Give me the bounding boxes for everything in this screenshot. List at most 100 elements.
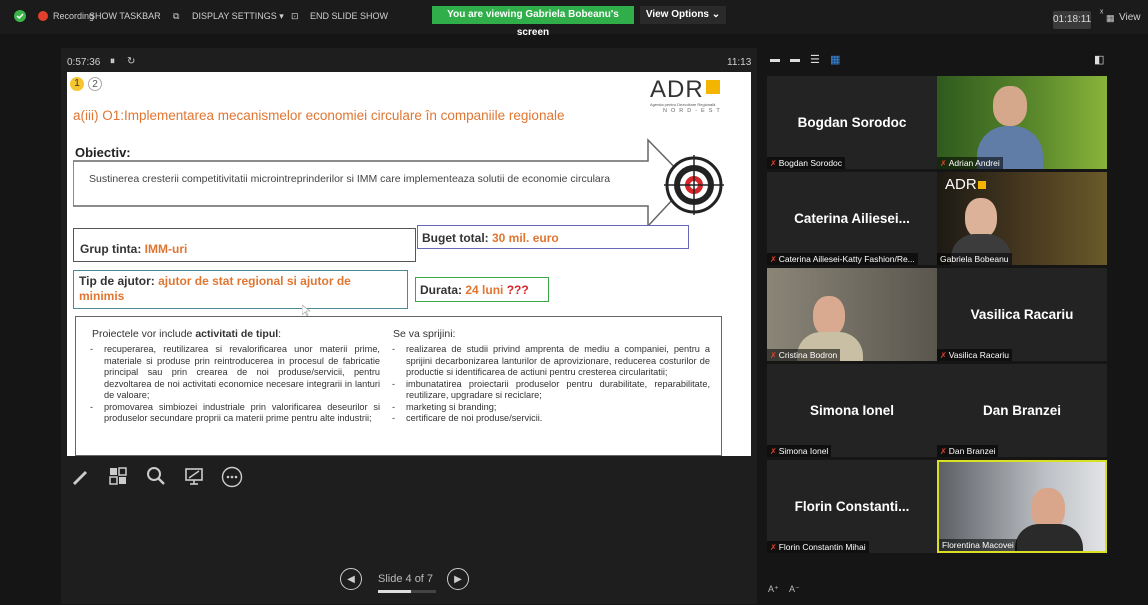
minimize-icon[interactable]: ˣ	[1100, 8, 1103, 19]
participant-label: ✗ Simona Ionel	[767, 445, 832, 457]
recording-status: Recording	[53, 11, 95, 21]
participant-label: ✗ Caterina Ailiesei-Katty Fashion/Re...	[767, 253, 918, 265]
pen-icon[interactable]	[69, 466, 91, 488]
participant-tile[interactable]: Dan Branzei ✗ Dan Branzei	[937, 364, 1107, 457]
muted-mic-icon: ✗	[770, 543, 777, 552]
participant-tile-active[interactable]: Florentina Macovei	[937, 460, 1107, 553]
participant-label: ✗ Florin Constantin Mihai	[767, 541, 869, 553]
support-intro: Se va sprijini:	[393, 328, 456, 340]
zoom-icon[interactable]	[145, 466, 167, 488]
person-face	[993, 86, 1027, 126]
participant-label: ✗ Bogdan Sorodoc	[767, 157, 846, 169]
increase-font-icon[interactable]: A⁺	[768, 584, 779, 595]
slide-progress-fill	[378, 590, 412, 593]
presenter-clock: 11:13	[727, 57, 752, 68]
list-item: - realizarea de studii privind amprenta d…	[392, 344, 710, 377]
participant-name: Caterina Ailiesei...	[794, 211, 910, 226]
single-view-icon[interactable]: ▬	[790, 54, 800, 65]
participant-tile[interactable]: Simona Ionel ✗ Simona Ionel	[767, 364, 937, 457]
gallery-view-icon[interactable]: ▦	[830, 53, 840, 66]
strip-view-icon[interactable]: ☰	[810, 53, 820, 66]
recording-icon	[37, 10, 49, 24]
support-list: - realizarea de studii privind amprenta d…	[392, 344, 710, 425]
list-item: - imbunatatirea proiectarii produselor pe…	[392, 378, 710, 401]
previous-slide-button[interactable]: ◀	[340, 568, 362, 590]
participant-name: Vasilica Racariu	[970, 307, 1074, 322]
screen-share-banner: You are viewing Gabriela Bobeanu's scree…	[432, 6, 634, 38]
list-item: - recuperarea, reutilizarea si revalorifi…	[90, 344, 380, 400]
participant-label: Gabriela Bobeanu	[937, 253, 1012, 265]
budget-label: Buget total:	[422, 231, 492, 245]
duration-box: Durata: 24 luni ???	[415, 277, 549, 302]
next-slide-button[interactable]: ▶	[447, 568, 469, 590]
activities-box: Proiectele vor include activitati de tip…	[75, 316, 722, 456]
participant-tile[interactable]: ADR Gabriela Bobeanu	[937, 172, 1107, 265]
objective-text: Sustinerea cresterii competitivitatii mi…	[89, 173, 611, 185]
shield-icon	[14, 10, 26, 24]
activities-list: - recuperarea, reutilizarea si revalorifi…	[90, 344, 380, 425]
view-options-button[interactable]: View Options ⌄	[640, 6, 726, 24]
monitor-icon: ⧉	[173, 11, 180, 21]
adr-logo-text: ADR	[650, 76, 704, 103]
muted-mic-icon: ✗	[770, 351, 777, 360]
participant-name: Simona Ionel	[809, 403, 894, 418]
participant-tile[interactable]: ✗ Adrian Andrei	[937, 76, 1107, 169]
grid-view-icon: ▦	[1106, 13, 1115, 23]
adr-logo: ADR	[650, 76, 720, 104]
list-item: - promovarea simbiozei industriale prin v…	[90, 401, 380, 424]
participant-tile[interactable]: Florin Constanti... ✗ Florin Constantin M…	[767, 460, 937, 553]
target-icon	[664, 155, 724, 215]
activities-bold: activitati de tipul	[195, 328, 279, 340]
exit-panel-icon[interactable]: ◧	[1094, 53, 1104, 66]
person-shirt	[1015, 524, 1083, 551]
duration-value: 24 luni	[465, 283, 504, 297]
top-bar: Recording SHOW TASKBAR ⧉ DISPLAY SETTING…	[0, 0, 1148, 38]
muted-mic-icon: ✗	[770, 255, 777, 264]
person-face	[813, 296, 845, 336]
participant-label: ✗ Cristina Bodron	[767, 349, 841, 361]
person-face	[965, 198, 997, 238]
participant-name: Bogdan Sorodoc	[797, 115, 907, 130]
presenter-timer: 0:57:36	[67, 57, 101, 68]
adr-logo-region: NORD-EST	[663, 108, 724, 114]
minimize-gallery-icon[interactable]: ▬	[770, 54, 780, 65]
more-options-icon[interactable]	[221, 466, 243, 488]
budget-box: Buget total: 30 mil. euro	[417, 225, 689, 249]
adr-logo-video: ADR	[945, 176, 986, 193]
meeting-timer: 01:18:11	[1053, 11, 1091, 29]
show-taskbar-button[interactable]: SHOW TASKBAR	[89, 11, 161, 21]
duration-question-marks: ???	[506, 283, 529, 297]
participant-label: ✗ Adrian Andrei	[937, 157, 1003, 169]
objective-arrow-shape	[73, 138, 691, 228]
muted-mic-icon: ✗	[940, 351, 947, 360]
participant-label: ✗ Vasilica Racariu	[937, 349, 1013, 361]
slide-progress-track	[378, 590, 436, 593]
slideshow-icon: ⊡	[291, 11, 299, 21]
view-button[interactable]: View	[1119, 12, 1141, 23]
mouse-cursor-icon	[302, 305, 311, 317]
participant-tile[interactable]: Caterina Ailiesei... ✗ Caterina Ailiesei-…	[767, 172, 937, 265]
reset-timer-icon[interactable]: ↻	[127, 56, 135, 67]
pause-icon[interactable]: ⏸	[110, 56, 115, 67]
target-group-label: Grup tinta:	[80, 242, 145, 256]
display-settings-button[interactable]: DISPLAY SETTINGS ▾	[192, 11, 284, 22]
end-slide-show-button[interactable]: END SLIDE SHOW	[310, 11, 388, 21]
participant-tile[interactable]: Vasilica Racariu ✗ Vasilica Racariu	[937, 268, 1107, 361]
target-group-box: Grup tinta: IMM-uri	[73, 228, 416, 262]
budget-value: 30 mil. euro	[492, 231, 559, 245]
all-slides-icon[interactable]	[107, 466, 129, 488]
participant-name: Dan Branzei	[982, 403, 1062, 418]
activities-intro: Proiectele vor include	[92, 328, 196, 340]
duration-label: Durata:	[420, 283, 466, 297]
participant-tile[interactable]: ✗ Cristina Bodron	[767, 268, 937, 361]
participant-label: ✗ Dan Branzei	[937, 445, 999, 457]
slide-badge-2: 2	[88, 77, 102, 91]
decrease-font-icon[interactable]: A⁻	[789, 584, 800, 595]
slide-title: a(iii) O1:Implementarea mecanismelor eco…	[73, 108, 565, 123]
participant-name: Florin Constanti...	[794, 499, 910, 514]
screen-icon[interactable]	[183, 466, 205, 488]
muted-mic-icon: ✗	[770, 447, 777, 456]
list-item: - certificare de noi produse/servicii.	[392, 413, 543, 423]
participant-tile[interactable]: Bogdan Sorodoc ✗ Bogdan Sorodoc	[767, 76, 937, 169]
activities-colon: :	[278, 328, 282, 340]
